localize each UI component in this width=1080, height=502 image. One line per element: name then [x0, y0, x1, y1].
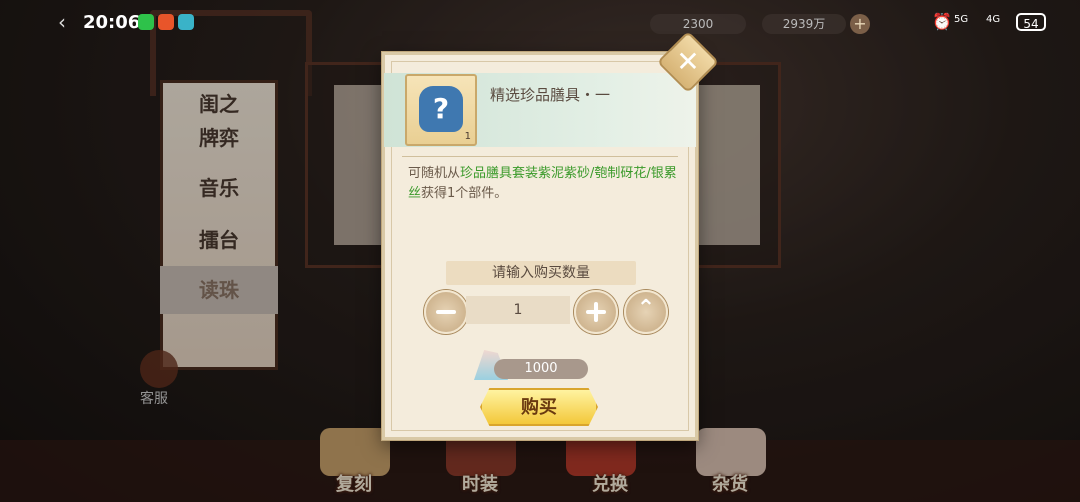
currency-1: 2300 — [650, 14, 746, 34]
plus-icon-v — [594, 302, 598, 322]
quantity-input[interactable]: 1 — [466, 296, 570, 324]
divider — [402, 156, 678, 157]
question-mark-icon: ? — [432, 92, 450, 125]
price: 1000 — [494, 359, 588, 379]
max-quantity-button[interactable]: ⌃ — [624, 290, 668, 334]
item-thumbnail: ? 1 — [405, 74, 477, 146]
status-bar: ‹ 20:06 ⏰ 5G 4G 54 — [0, 0, 1080, 44]
wechat-icon — [138, 14, 154, 30]
quantity-prompt: 请输入购买数量 — [446, 261, 636, 285]
chevron-up-icon: ⌃ — [636, 296, 656, 321]
item-name: 精选珍品膳具・一 — [490, 86, 611, 104]
currency-2-value: 2939万 — [782, 17, 826, 31]
currency-2: 2939万 — [762, 14, 846, 34]
app-notification-icon — [158, 14, 174, 30]
close-icon[interactable]: ✕ — [666, 40, 710, 84]
battery-indicator: 54 — [1016, 13, 1046, 31]
signal-4g: 4G — [986, 14, 1001, 25]
alarm-icon: ⏰ — [932, 12, 952, 31]
increase-button[interactable] — [574, 290, 618, 334]
clock: 20:06 — [83, 12, 141, 33]
back-arrow-icon[interactable]: ‹ — [58, 10, 66, 34]
minus-icon — [436, 310, 456, 314]
add-currency-button[interactable]: + — [850, 14, 870, 34]
decrease-button[interactable] — [424, 290, 468, 334]
item-count: 1 — [464, 131, 471, 142]
currency-1-value: 2300 — [682, 17, 714, 31]
buy-button[interactable]: 购买 — [480, 388, 598, 426]
app-notification-icon — [178, 14, 194, 30]
item-description: 可随机从珍品膳具套装紫泥紫砂/匏制砑花/银累丝获得1个部件。 — [408, 164, 680, 204]
signal-5g: 5G — [954, 14, 969, 25]
description-text: 获得1个部件。 — [421, 186, 508, 201]
description-text: 可随机从 — [408, 166, 461, 181]
